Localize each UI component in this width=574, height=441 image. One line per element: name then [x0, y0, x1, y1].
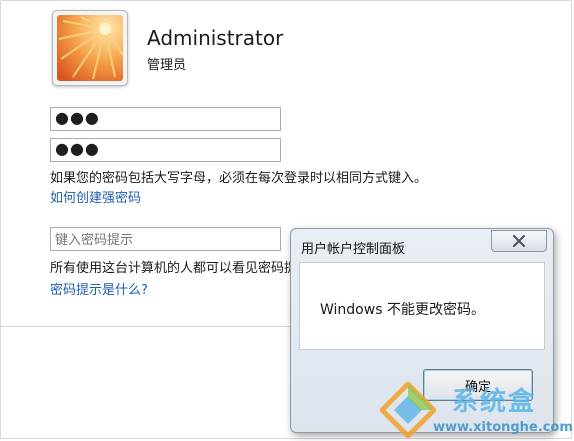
password-hint-link[interactable]: 密码提示是什么?	[50, 279, 148, 298]
divider	[0, 326, 300, 327]
close-icon	[513, 235, 525, 247]
strong-password-link[interactable]: 如何创建强密码	[50, 187, 141, 206]
dialog-body: Windows 不能更改密码。	[299, 262, 545, 350]
caps-lock-note: 如果您的密码包括大写字母，必须在每次登录时以相同方式键入。	[50, 171, 428, 186]
site-watermark: 系统盒 www.xitonghe.com	[378, 380, 574, 441]
new-password-input[interactable]: ●●●	[50, 107, 281, 131]
dialog-message: Windows 不能更改密码。	[320, 302, 485, 318]
user-avatar	[52, 10, 128, 86]
confirm-password-input[interactable]: ●●●	[50, 138, 281, 162]
password-hint-input[interactable]	[50, 227, 281, 251]
watermark-name: 系统盒	[452, 387, 537, 417]
watermark-logo-icon	[380, 382, 436, 438]
dialog-close-button[interactable]	[491, 230, 547, 252]
flower-avatar-icon	[57, 15, 123, 81]
watermark-url: www.xitonghe.com	[433, 420, 573, 435]
hint-visibility-note: 所有使用这台计算机的人都可以看见密码提示。	[50, 261, 298, 276]
user-name: Administrator	[147, 26, 284, 50]
user-role: 管理员	[147, 58, 187, 73]
dialog-title: 用户帐户控制面板	[301, 242, 406, 257]
